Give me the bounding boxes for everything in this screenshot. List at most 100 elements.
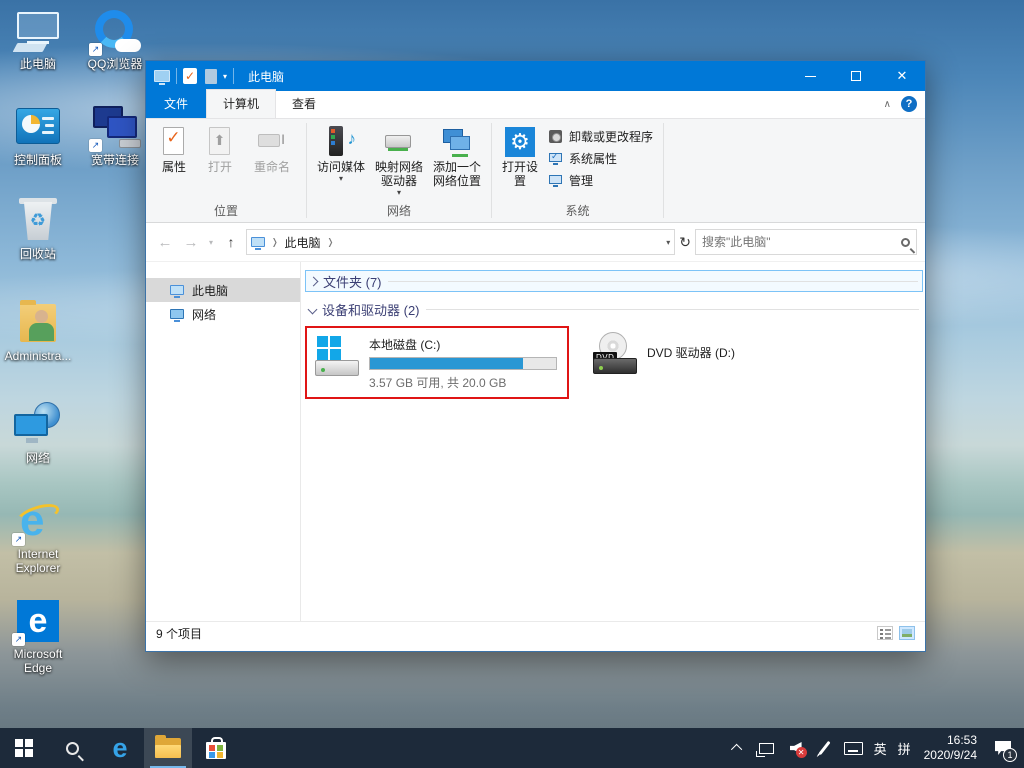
taskbar-edge-button[interactable]: e <box>96 728 144 768</box>
explorer-window: ✓ ▾ 此电脑 ✕ 文件 计算机 查看 ∧ ? ✓ 属性 ⬆ 打开 I 重命名 … <box>145 60 926 652</box>
input-language-indicator[interactable]: 英 <box>872 728 889 768</box>
nav-item-label: 网络 <box>192 307 217 322</box>
qat-properties-icon[interactable]: ✓ <box>183 68 197 84</box>
shortcut-arrow-icon: ↗ <box>12 533 25 546</box>
close-button[interactable]: ✕ <box>879 61 925 91</box>
touch-keyboard-icon[interactable] <box>843 728 865 768</box>
properties-button[interactable]: ✓ 属性 <box>152 123 196 177</box>
map-network-drive-button[interactable]: 映射网络驱动器 ▾ <box>371 123 427 199</box>
nav-item-network[interactable]: 网络 <box>146 302 300 326</box>
network-status-icon[interactable] <box>756 728 778 768</box>
properties-icon: ✓ <box>158 126 190 158</box>
search-icon[interactable] <box>901 237 910 247</box>
breadcrumb[interactable]: 此电脑 <box>285 234 321 251</box>
desktop-icon-internet-explorer[interactable]: e ↗ Internet Explorer <box>0 498 76 575</box>
maximize-button[interactable] <box>833 61 879 91</box>
dropdown-arrow-icon: ▾ <box>338 174 343 183</box>
group-header-folders[interactable]: 文件夹 (7) <box>305 270 923 292</box>
title-bar[interactable]: ✓ ▾ 此电脑 ✕ <box>146 61 925 91</box>
status-bar: 9 个项目 <box>146 621 925 644</box>
add-network-location-button[interactable]: 添加一个网络位置 <box>429 123 485 191</box>
ime-mode-indicator[interactable]: 拼 <box>896 728 913 768</box>
file-list: 文件夹 (7) 设备和驱动器 (2) 本地磁盘 (C:) 3.57 GB 可用,… <box>301 262 925 621</box>
drive-name: 本地磁盘 (C:) <box>369 338 441 352</box>
desktop-icon-recycle-bin[interactable]: ♻ 回收站 <box>0 198 76 261</box>
add-network-location-icon <box>441 126 473 158</box>
search-input[interactable] <box>702 235 901 249</box>
taskbar-search-button[interactable] <box>48 728 96 768</box>
open-settings-button[interactable]: ⚙ 打开设置 <box>498 123 542 191</box>
large-icons-view-icon[interactable] <box>899 626 915 640</box>
nav-item-this-pc[interactable]: 此电脑 <box>146 278 300 302</box>
recent-locations-icon[interactable]: ▾ <box>206 238 216 247</box>
qat-new-folder-icon[interactable] <box>205 68 217 84</box>
nav-item-label: 此电脑 <box>192 283 229 298</box>
open-button[interactable]: ⬆ 打开 <box>198 123 242 177</box>
back-button[interactable]: ← <box>154 234 176 251</box>
desktop-icon-label: 控制面板 <box>13 153 62 167</box>
desktop-icon-microsoft-edge[interactable]: e ↗ Microsoft Edge <box>0 598 76 675</box>
tray-expand-icon[interactable] <box>727 728 749 768</box>
desktop-icon-network[interactable]: 网络 <box>0 402 76 465</box>
group-header-devices[interactable]: 设备和驱动器 (2) <box>305 298 923 320</box>
tab-computer[interactable]: 计算机 <box>206 89 277 118</box>
start-button[interactable] <box>0 728 48 768</box>
taskbar-store-button[interactable] <box>192 728 240 768</box>
action-center-icon[interactable]: 1 <box>988 728 1018 768</box>
clock[interactable]: 16:53 2020/9/24 <box>920 733 981 763</box>
help-icon[interactable]: ? <box>901 96 917 112</box>
desktop-icon-control-panel[interactable]: 控制面板 <box>0 104 76 167</box>
tab-view[interactable]: 查看 <box>276 90 332 118</box>
divider <box>663 123 665 218</box>
desktop-icon-this-pc[interactable]: 此电脑 <box>0 8 76 71</box>
notification-badge: 1 <box>1003 748 1017 762</box>
breadcrumb-chevron-icon[interactable]: ❭ <box>325 237 337 248</box>
drive-d-tile[interactable]: DVD DVD 驱动器 (D:) <box>585 326 745 399</box>
taskbar-explorer-button[interactable] <box>144 728 192 768</box>
divider <box>233 68 235 84</box>
ribbon-tabs: 文件 计算机 查看 ∧ ? <box>146 89 925 119</box>
access-media-button[interactable]: ♪ 访问媒体 ▾ <box>313 123 369 185</box>
address-bar[interactable]: ❭ 此电脑 ❭ ▾ <box>246 229 676 255</box>
up-button[interactable]: ↑ <box>220 234 242 250</box>
map-network-drive-icon <box>383 126 415 158</box>
tray-date: 2020/9/24 <box>923 748 977 762</box>
desktop-icon-label: 网络 <box>25 451 50 465</box>
internet-explorer-icon: e ↗ <box>12 498 62 546</box>
navigation-pane: 此电脑 网络 <box>146 262 301 621</box>
drive-c-tile[interactable]: 本地磁盘 (C:) 3.57 GB 可用, 共 20.0 GB <box>305 326 569 399</box>
search-icon <box>65 741 79 755</box>
system-properties-button[interactable]: 系统属性 <box>544 149 657 168</box>
system-properties-icon <box>548 151 564 167</box>
qat-dropdown-icon[interactable]: ▾ <box>223 72 227 81</box>
address-dropdown-icon[interactable]: ▾ <box>666 238 670 247</box>
rename-button[interactable]: 重命名 <box>244 123 300 177</box>
forward-button[interactable]: → <box>180 234 202 251</box>
shortcut-arrow-icon: ↗ <box>12 633 25 646</box>
uninstall-program-button[interactable]: 卸载或更改程序 <box>544 127 657 146</box>
qq-browser-icon: ↗ <box>89 8 141 56</box>
details-view-icon[interactable] <box>877 626 893 640</box>
volume-muted-icon[interactable]: ✕ <box>785 728 807 768</box>
pen-input-icon[interactable] <box>814 728 836 768</box>
desktop-icon-label: 宽带连接 <box>90 153 139 167</box>
desktop-icon-label: QQ浏览器 <box>87 57 143 71</box>
ribbon-group-network: ♪ 访问媒体 ▾ 映射网络驱动器 ▾ 添加一个网络位置 网络 <box>307 119 491 222</box>
refresh-icon[interactable]: ↻ <box>679 234 691 251</box>
desktop-icon-label: 此电脑 <box>19 57 56 71</box>
drive-name: DVD 驱动器 (D:) <box>647 346 735 360</box>
microsoft-edge-icon: e ↗ <box>12 598 62 646</box>
chevron-right-icon[interactable] <box>308 276 319 286</box>
manage-button[interactable]: 管理 <box>544 171 657 190</box>
search-box[interactable] <box>695 229 917 255</box>
edge-icon: e <box>112 732 128 763</box>
collapse-ribbon-icon[interactable]: ∧ <box>884 99 891 110</box>
desktop-icon-qq-browser[interactable]: ↗ QQ浏览器 <box>77 8 153 71</box>
tab-file[interactable]: 文件 <box>146 89 207 118</box>
minimize-button[interactable] <box>787 61 833 91</box>
desktop-icon-admin-folder[interactable]: Administra... <box>0 300 76 363</box>
taskbar: e ✕ 英 拼 16:53 2020/9/24 1 <box>0 728 1024 768</box>
chevron-down-icon[interactable] <box>307 304 318 314</box>
desktop-icon-broadband[interactable]: ↗ 宽带连接 <box>77 104 153 167</box>
manage-icon <box>548 173 564 189</box>
